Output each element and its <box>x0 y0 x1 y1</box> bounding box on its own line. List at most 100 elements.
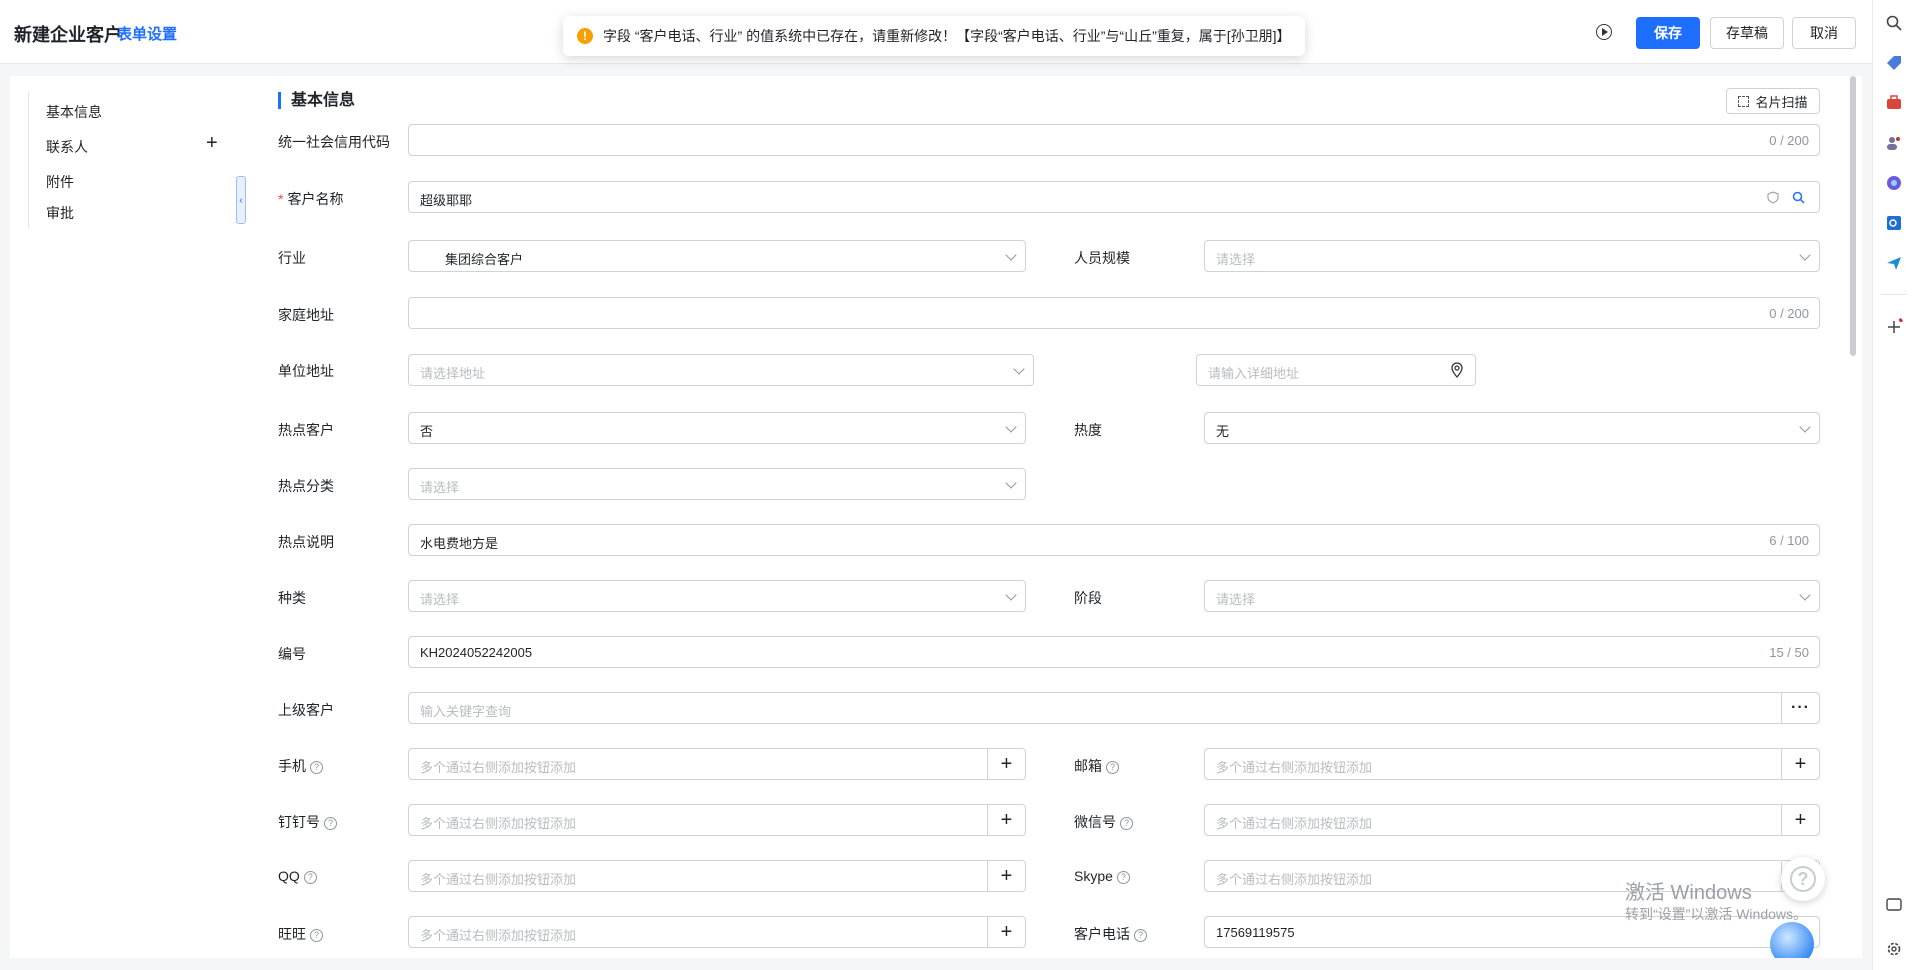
nav-item-contacts[interactable]: 联系人 <box>46 137 88 157</box>
qq-input[interactable]: 多个通过右侧添加按钮添加 + <box>408 860 1026 892</box>
staff-size-label: 人员规模 <box>1074 250 1130 266</box>
save-draft-button[interactable]: 存草稿 <box>1710 17 1784 49</box>
play-icon[interactable] <box>1596 24 1612 40</box>
credit-code-label: 统一社会信用代码 <box>278 134 390 150</box>
skype-label: Skype? <box>1074 868 1130 884</box>
staff-size-placeholder: 请选择 <box>1216 252 1256 267</box>
help-icon[interactable]: ? <box>310 760 323 774</box>
wechat-input[interactable]: 多个通过右侧添加按钮添加 + <box>1204 804 1820 836</box>
location-pin-icon[interactable] <box>1451 362 1463 378</box>
dingtalk-placeholder: 多个通过右侧添加按钮添加 <box>420 816 577 831</box>
hot-desc-input[interactable]: 水电费地方是 6 / 100 <box>408 524 1820 556</box>
card-scan-button[interactable]: 名片扫描 <box>1726 88 1820 114</box>
send-icon[interactable] <box>1885 254 1903 272</box>
number-counter: 15 / 50 <box>1769 645 1809 660</box>
stage-select[interactable]: 请选择 <box>1204 580 1820 612</box>
help-icon[interactable]: ? <box>1134 928 1147 942</box>
parent-customer-input[interactable]: 输入关键字查询 ··· <box>408 692 1820 724</box>
section-nav: 基本信息 联系人 + 附件 审批 <box>10 76 246 958</box>
parent-customer-label: 上级客户 <box>278 702 334 718</box>
section-title: 基本信息 <box>278 92 355 109</box>
work-address-select[interactable]: 请选择地址 <box>408 354 1034 386</box>
add-dingtalk-button[interactable]: + <box>987 805 1025 835</box>
search-icon[interactable] <box>1792 191 1805 204</box>
form-settings-link[interactable]: 表单设置 <box>117 23 177 44</box>
heat-select[interactable]: 无 <box>1204 412 1820 444</box>
home-address-counter: 0 / 200 <box>1769 306 1809 321</box>
home-address-input[interactable]: 0 / 200 <box>408 297 1820 329</box>
hot-category-label: 热点分类 <box>278 478 334 494</box>
customer-name-label: * 客户名称 <box>278 189 343 209</box>
copilot-icon[interactable] <box>1885 174 1903 192</box>
settings-icon[interactable] <box>1885 940 1903 958</box>
help-icon[interactable]: ? <box>324 816 337 830</box>
number-value: KH2024052242005 <box>420 645 533 660</box>
outlook-icon[interactable] <box>1885 214 1903 232</box>
nav-item-attachments[interactable]: 附件 <box>46 172 74 192</box>
tag-icon[interactable] <box>1885 54 1903 72</box>
help-icon[interactable]: ? <box>303 870 317 884</box>
help-icon[interactable]: ? <box>1116 870 1130 884</box>
hot-desc-label: 热点说明 <box>278 534 334 550</box>
shield-icon <box>1767 191 1779 204</box>
add-email-button[interactable]: + <box>1781 749 1819 779</box>
collapse-nav-handle[interactable]: ‹ <box>236 176 246 224</box>
cancel-button[interactable]: 取消 <box>1792 17 1856 49</box>
mobile-label-text: 手机 <box>278 758 306 774</box>
wangwang-placeholder: 多个通过右侧添加按钮添加 <box>420 928 577 943</box>
hot-category-select[interactable]: 请选择 <box>408 468 1026 500</box>
more-options-icon[interactable]: ··· <box>1781 693 1819 723</box>
add-qq-button[interactable]: + <box>987 861 1025 891</box>
email-label: 邮箱? <box>1074 756 1119 776</box>
add-icon[interactable] <box>1885 318 1903 336</box>
help-icon[interactable]: ? <box>1120 816 1133 830</box>
people-icon[interactable] <box>1885 134 1903 152</box>
stage-placeholder: 请选择 <box>1216 592 1256 607</box>
wangwang-input[interactable]: 多个通过右侧添加按钮添加 + <box>408 916 1026 948</box>
chevron-down-icon <box>1005 421 1017 433</box>
nav-item-basic-info[interactable]: 基本信息 <box>46 102 102 122</box>
add-wechat-button[interactable]: + <box>1781 805 1819 835</box>
email-input[interactable]: 多个通过右侧添加按钮添加 + <box>1204 748 1820 780</box>
search-icon[interactable] <box>1885 14 1903 32</box>
stage-label: 阶段 <box>1074 590 1102 606</box>
form-scrollbar[interactable] <box>1850 76 1856 356</box>
customer-name-input[interactable]: 超级耶耶 <box>408 181 1820 213</box>
briefcase-icon[interactable] <box>1885 94 1903 112</box>
hot-category-placeholder: 请选择 <box>420 480 460 495</box>
page-title: 新建企业客户 <box>14 25 122 45</box>
save-button[interactable]: 保存 <box>1636 17 1700 49</box>
floating-help-button[interactable]: ? <box>1781 857 1825 901</box>
staff-size-select[interactable]: 请选择 <box>1204 240 1820 272</box>
help-icon[interactable]: ? <box>310 928 323 942</box>
industry-select[interactable]: 集团综合客户 <box>408 240 1026 272</box>
mobile-input[interactable]: 多个通过右侧添加按钮添加 + <box>408 748 1026 780</box>
windows-watermark-subtitle: 转到“设置”以激活 Windows。 <box>1625 906 1808 922</box>
chevron-down-icon <box>1005 249 1017 261</box>
question-icon: ? <box>1790 866 1816 892</box>
add-contact-icon[interactable]: + <box>206 133 218 153</box>
add-mobile-button[interactable]: + <box>987 749 1025 779</box>
email-placeholder: 多个通过右侧添加按钮添加 <box>1216 760 1373 775</box>
wangwang-label-text: 旺旺 <box>278 926 306 942</box>
help-icon[interactable]: ? <box>1106 760 1119 774</box>
wechat-label-text: 微信号 <box>1074 814 1116 830</box>
skype-label-text: Skype <box>1074 868 1113 884</box>
number-input[interactable]: KH2024052242005 15 / 50 <box>408 636 1820 668</box>
dingtalk-input[interactable]: 多个通过右侧添加按钮添加 + <box>408 804 1026 836</box>
hot-customer-select[interactable]: 否 <box>408 412 1026 444</box>
qq-label-text: QQ <box>278 868 300 884</box>
detail-address-input[interactable]: 请输入详细地址 <box>1196 354 1476 386</box>
kind-placeholder: 请选择 <box>420 592 460 607</box>
qq-label: QQ? <box>278 868 317 884</box>
bottom-edge <box>0 958 1872 970</box>
nav-item-approval[interactable]: 审批 <box>46 203 74 223</box>
screenshot-icon[interactable] <box>1885 896 1903 914</box>
hot-desc-counter: 6 / 100 <box>1769 533 1809 548</box>
nav-track <box>28 92 29 228</box>
add-wangwang-button[interactable]: + <box>987 917 1025 947</box>
credit-code-input[interactable]: 0 / 200 <box>408 124 1820 156</box>
customer-phone-label: 客户电话? <box>1074 924 1147 944</box>
customer-name-label-text: 客户名称 <box>287 191 344 207</box>
kind-select[interactable]: 请选择 <box>408 580 1026 612</box>
